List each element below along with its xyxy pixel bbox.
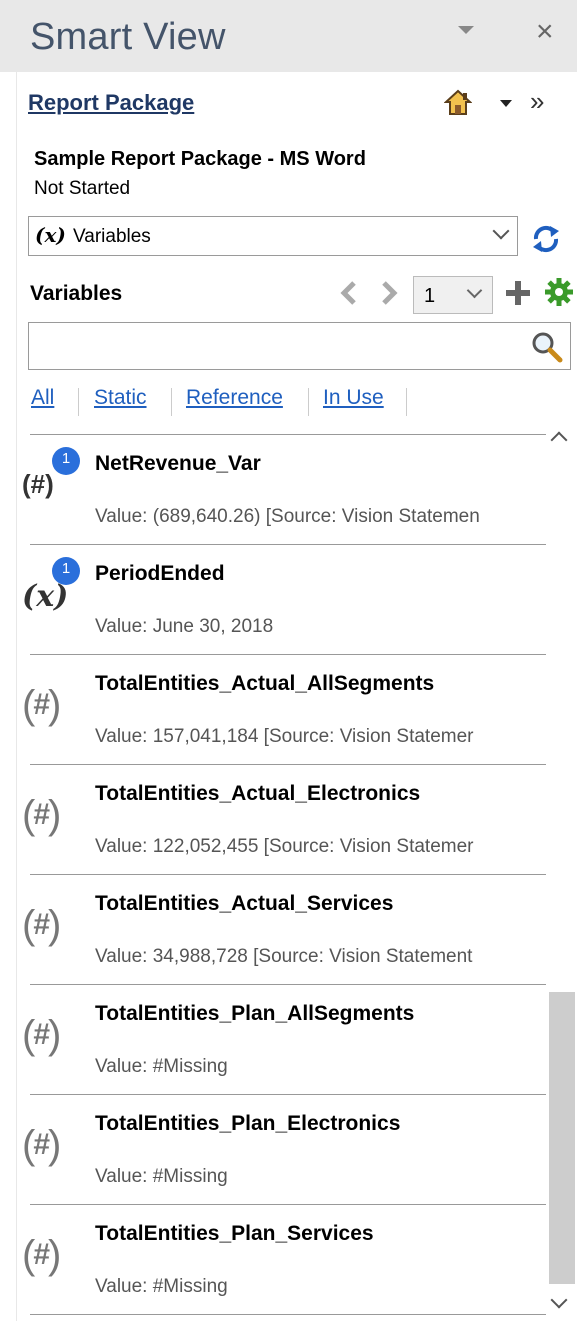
filter-in-use[interactable]: In Use	[323, 386, 384, 410]
variables-heading: Variables	[30, 282, 123, 305]
numeric-variable-icon: (#)	[22, 1233, 61, 1277]
previous-page-icon[interactable]	[338, 278, 360, 308]
view-select-value: Variables	[73, 226, 151, 247]
list-item[interactable]: (#) TotalEntities_Plan_Services Value: #…	[22, 1204, 546, 1315]
chevron-down-icon	[492, 222, 510, 240]
package-status: Not Started	[34, 178, 131, 199]
chevron-down-icon	[466, 282, 483, 299]
variable-value: Value: #Missing	[95, 1056, 228, 1077]
refresh-icon[interactable]	[528, 222, 564, 256]
page-select-value: 1	[424, 285, 436, 307]
divider	[308, 388, 309, 416]
view-select[interactable]: (x) Variables	[28, 216, 518, 256]
numeric-variable-icon: (#)	[22, 1013, 61, 1057]
variable-icon: (x)	[35, 223, 66, 247]
variable-name: TotalEntities_Plan_AllSegments	[95, 1002, 415, 1025]
variable-name: TotalEntities_Actual_Electronics	[95, 782, 421, 805]
gear-icon[interactable]	[543, 276, 575, 308]
search-icon[interactable]	[529, 329, 565, 365]
filter-all[interactable]: All	[31, 386, 54, 410]
smart-view-pane: Smart View × Report Package » Sample Rep…	[0, 0, 577, 1321]
variable-name: PeriodEnded	[95, 562, 225, 585]
variable-value: Value: #Missing	[95, 1166, 228, 1187]
list-item[interactable]: (#) TotalEntities_Actual_AllSegments Val…	[22, 654, 546, 765]
usage-badge: 1	[52, 447, 80, 475]
variable-name: TotalEntities_Actual_Services	[95, 892, 394, 915]
close-icon[interactable]: ×	[536, 12, 554, 52]
divider	[171, 388, 172, 416]
usage-badge: 1	[52, 557, 80, 585]
divider	[78, 388, 79, 416]
variable-value: Value: June 30, 2018	[95, 616, 274, 637]
list-item[interactable]: (x) 1 PeriodEnded Value: June 30, 2018	[22, 544, 546, 655]
variable-value: Value: 34,988,728 [Source: Vision Statem…	[95, 946, 473, 967]
variable-name: NetRevenue_Var	[95, 452, 261, 475]
numeric-variable-icon: (#)	[22, 1123, 61, 1167]
numeric-variable-icon: (#)	[22, 683, 61, 727]
variable-name: TotalEntities_Plan_Services	[95, 1222, 374, 1245]
list-item[interactable]: (#) TotalEntities_Plan_AllSegments Value…	[22, 984, 546, 1095]
list-end-divider	[30, 1314, 546, 1316]
variable-value: Value: #Missing	[95, 1276, 228, 1297]
filter-static[interactable]: Static	[94, 386, 147, 410]
variable-value: Value: (689,640.26) [Source: Vision Stat…	[95, 506, 480, 527]
triangle-down-icon[interactable]	[458, 26, 474, 34]
page-select[interactable]: 1	[413, 276, 493, 314]
variable-value: Value: 157,041,184 [Source: Vision State…	[95, 726, 474, 747]
filter-reference[interactable]: Reference	[186, 386, 283, 410]
numeric-variable-icon: (#)	[22, 793, 61, 837]
scrollbar-thumb[interactable]	[549, 992, 575, 1284]
list-item[interactable]: (#) 1 NetRevenue_Var Value: (689,640.26)…	[22, 434, 546, 545]
report-package-link[interactable]: Report Package	[28, 90, 194, 116]
variable-name: TotalEntities_Plan_Electronics	[95, 1112, 401, 1135]
pane-title: Smart View	[30, 16, 226, 58]
numeric-variable-icon: (#)	[22, 469, 54, 499]
list-item[interactable]: (#) TotalEntities_Actual_Electronics Val…	[22, 764, 546, 875]
divider	[406, 388, 407, 416]
numeric-variable-icon: (#)	[22, 903, 61, 947]
expand-icon[interactable]: »	[530, 86, 544, 116]
list-item[interactable]: (#) TotalEntities_Actual_Services Value:…	[22, 874, 546, 985]
add-icon[interactable]	[503, 278, 533, 308]
pane-titlebar: Smart View ×	[0, 0, 577, 72]
search-field[interactable]	[28, 322, 571, 370]
variable-value: Value: 122,052,455 [Source: Vision State…	[95, 836, 474, 857]
variable-name: TotalEntities_Actual_AllSegments	[95, 672, 435, 695]
chevron-down-icon[interactable]	[500, 100, 512, 107]
package-name: Sample Report Package - MS Word	[34, 148, 366, 170]
next-page-icon[interactable]	[378, 278, 400, 308]
search-input[interactable]	[29, 323, 535, 367]
home-icon[interactable]	[444, 88, 472, 116]
list-item[interactable]: (#) TotalEntities_Plan_Electronics Value…	[22, 1094, 546, 1205]
